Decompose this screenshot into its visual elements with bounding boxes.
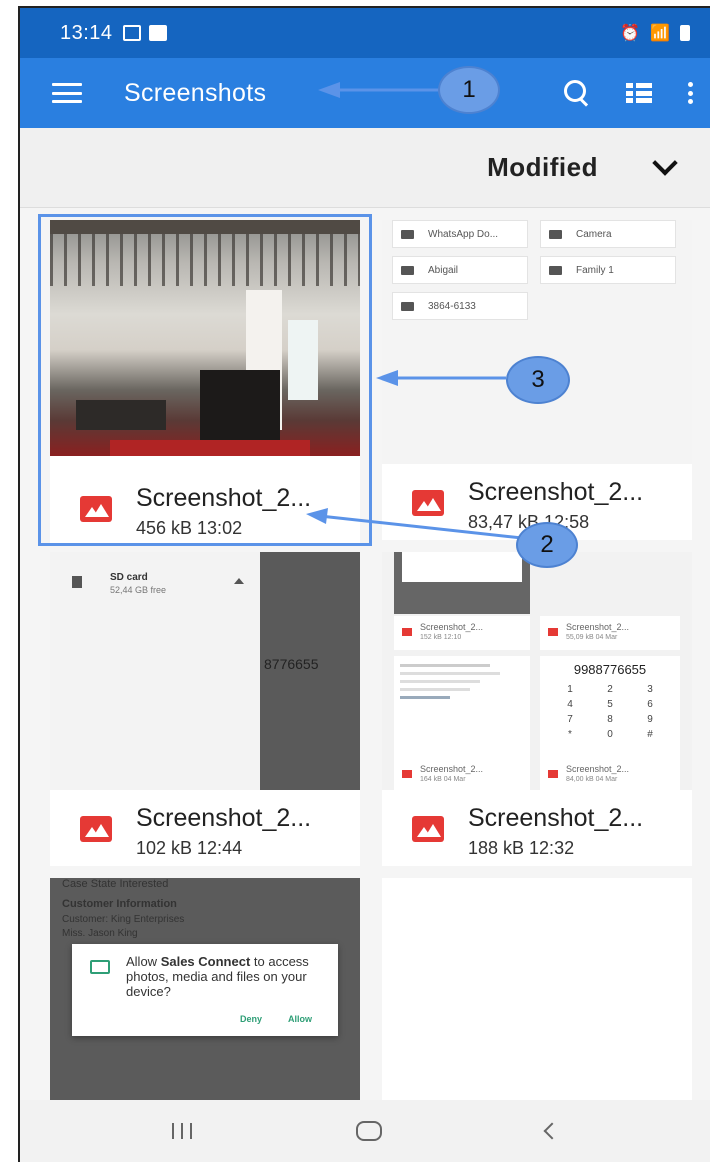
app-bar: Screenshots xyxy=(20,58,710,128)
checkbox-notification-icon xyxy=(148,25,167,41)
folder-icon xyxy=(401,229,414,239)
thumb-text: Case State Interested xyxy=(62,878,169,890)
file-card-6[interactable] xyxy=(382,878,692,1108)
menu-icon[interactable] xyxy=(52,83,82,103)
callout-3: 3 xyxy=(506,356,570,404)
file-card-3[interactable]: SD card 52,44 GB free 8776655 Screenshot… xyxy=(50,552,360,866)
file-card-4[interactable]: Screenshot_2... 152 kB 12:10 Screenshot_… xyxy=(382,552,692,866)
folder-icon xyxy=(401,265,414,275)
file-thumbnail-collage: Screenshot_2... 152 kB 12:10 Screenshot_… xyxy=(382,552,692,790)
file-thumbnail-storage: SD card 52,44 GB free 8776655 xyxy=(50,552,360,790)
battery-icon xyxy=(680,25,690,41)
file-name: Screenshot_2... xyxy=(468,804,644,832)
folder-icon xyxy=(549,265,562,275)
mini-file-row: Screenshot_2... 55,09 kB 04 Mar xyxy=(540,616,680,650)
callout-2: 2 xyxy=(516,522,578,568)
sd-card-label: SD card xyxy=(110,572,148,583)
file-name: Screenshot_2... xyxy=(468,478,644,506)
folder-icon xyxy=(401,301,414,311)
sort-label: Modified xyxy=(487,152,598,182)
home-icon[interactable] xyxy=(356,1121,382,1141)
wifi-icon: 📶 xyxy=(650,25,670,42)
eject-icon xyxy=(234,578,244,584)
back-icon[interactable] xyxy=(543,1122,561,1140)
file-meta: 188 kB 12:32 xyxy=(468,838,575,858)
file-card-5[interactable]: Case State Interested Customer Informati… xyxy=(50,878,360,1108)
dialed-number: 8776655 xyxy=(264,656,319,672)
page-title: Screenshots xyxy=(124,78,267,107)
mini-file-row: Screenshot_2... 152 kB 12:10 xyxy=(394,616,530,650)
sort-bar[interactable]: Modified xyxy=(20,128,710,208)
callout-1: 1 xyxy=(438,66,500,114)
folder-icon xyxy=(90,960,110,974)
folder-chip: Family 1 xyxy=(540,256,676,284)
allow-button: Allow xyxy=(288,1014,312,1024)
dialog-message: Allow Sales Connect to access photos, me… xyxy=(126,954,309,999)
thumb-text: Customer Information xyxy=(62,898,177,910)
image-file-icon xyxy=(80,816,112,842)
file-thumbnail-folders: WhatsApp Do... Camera Abigail Family 1 3… xyxy=(382,220,692,464)
alarm-icon: ⏰ xyxy=(620,25,641,42)
selection-highlight xyxy=(38,214,372,546)
status-bar: 13:14 ⏰ 📶 xyxy=(20,8,710,58)
thumb-text: Customer: King Enterprises xyxy=(62,914,185,925)
phone-screen: 13:14 ⏰ 📶 Screenshots Modified Screensho… xyxy=(18,6,710,1162)
status-time: 13:14 xyxy=(60,21,113,44)
search-icon[interactable] xyxy=(564,80,590,106)
gallery-notification-icon xyxy=(122,25,141,41)
file-name: Screenshot_2... xyxy=(136,804,312,832)
folder-chip: Camera xyxy=(540,220,676,248)
folder-chip: WhatsApp Do... xyxy=(392,220,528,248)
image-file-icon xyxy=(412,490,444,516)
folder-chip: 3864-6133 xyxy=(392,292,528,320)
folder-chip: Abigail xyxy=(392,256,528,284)
file-meta: 102 kB 12:44 xyxy=(136,838,243,858)
permission-dialog: Allow Sales Connect to access photos, me… xyxy=(72,944,338,1036)
deny-button: Deny xyxy=(240,1014,263,1024)
folder-icon xyxy=(549,229,562,239)
more-options-icon[interactable] xyxy=(688,82,694,104)
image-file-icon xyxy=(412,816,444,842)
chevron-down-icon[interactable] xyxy=(652,149,678,176)
thumb-text: Miss. Jason King xyxy=(62,928,138,939)
recent-apps-icon[interactable] xyxy=(172,1123,192,1139)
sd-card-icon xyxy=(72,576,82,588)
system-nav-bar xyxy=(20,1100,710,1162)
list-view-icon[interactable] xyxy=(626,83,652,103)
sd-card-free: 52,44 GB free xyxy=(110,585,167,595)
